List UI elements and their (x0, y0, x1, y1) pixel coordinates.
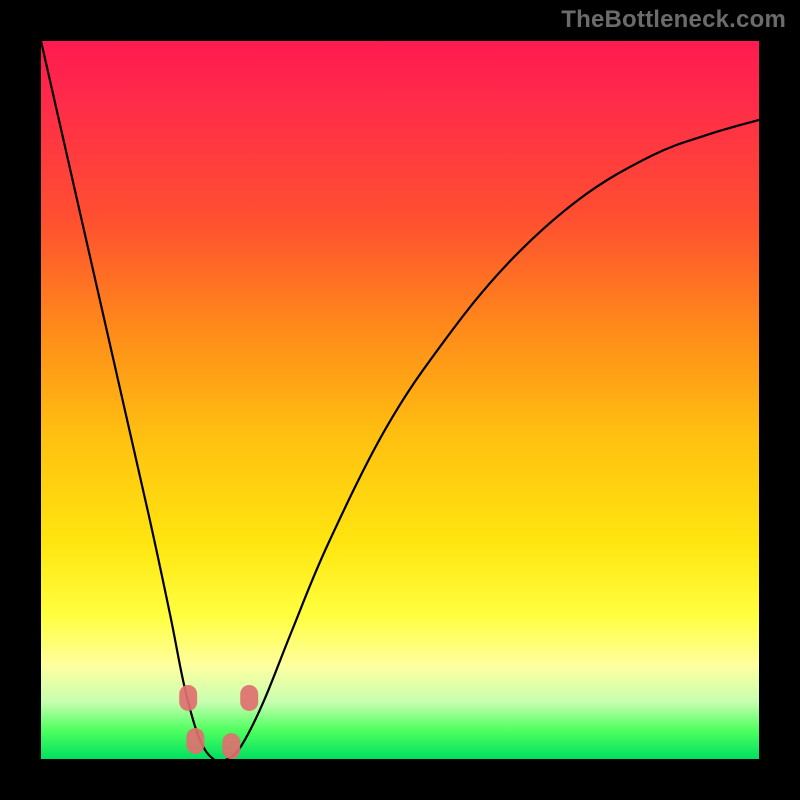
curve-layer (41, 41, 759, 759)
curve-marker (240, 685, 258, 711)
gradient-plot-area (41, 41, 759, 759)
chart-frame: TheBottleneck.com (0, 0, 800, 800)
attribution-text: TheBottleneck.com (561, 6, 786, 34)
bottleneck-curve (41, 41, 759, 759)
curve-marker (179, 685, 197, 711)
curve-marker (186, 728, 204, 754)
marker-group (179, 685, 258, 759)
curve-marker (222, 733, 240, 759)
